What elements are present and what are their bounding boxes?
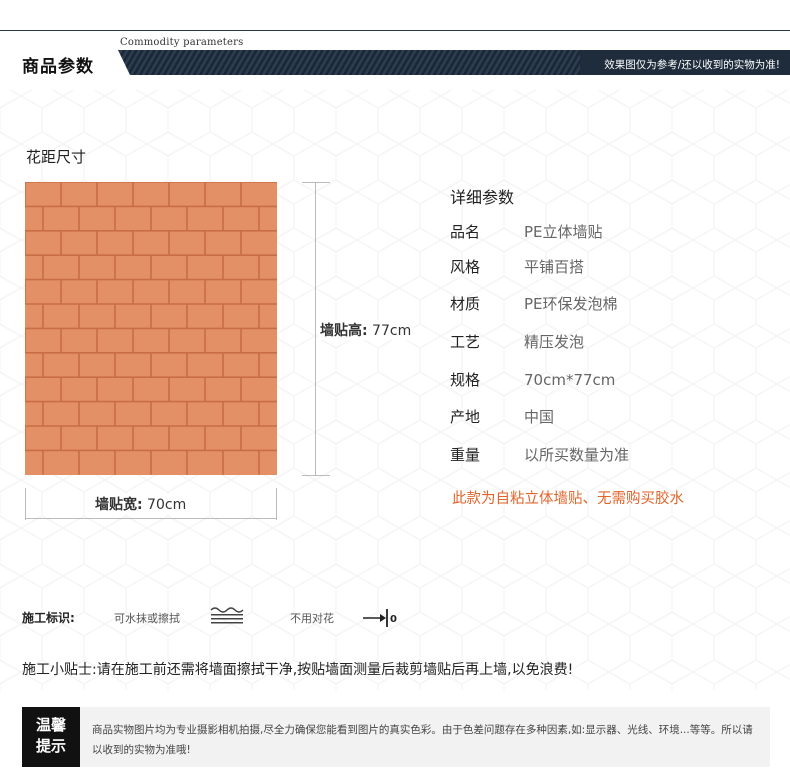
section-title: 花距尺寸 bbox=[26, 148, 87, 166]
param-key: 规格 bbox=[450, 371, 481, 389]
params-title: 详细参数 bbox=[450, 188, 515, 207]
param-value: 70cm*77cm bbox=[524, 371, 616, 389]
header-title: 商品参数 bbox=[22, 57, 94, 77]
height-dimension-line bbox=[315, 182, 316, 476]
notice-text: 商品实物图片均为专业摄影相机拍摄,尽全力确保您能看到图片的真实色彩。由于色差问题… bbox=[92, 724, 753, 756]
notice-box: 温馨提示 商品实物图片均为专业摄影相机拍摄,尽全力确保您能看到图片的真实色彩。由… bbox=[22, 707, 770, 767]
param-value: 中国 bbox=[524, 408, 555, 426]
construction-item-no-alignment: 不用对花 bbox=[290, 612, 334, 625]
param-row: 风格 平铺百搭 bbox=[450, 256, 584, 277]
width-label-value: 70cm bbox=[142, 497, 187, 513]
height-label: 墙贴高: 77cm bbox=[318, 320, 414, 340]
height-label-key: 墙贴高: bbox=[320, 323, 368, 339]
height-label-value: 77cm bbox=[367, 323, 412, 339]
width-label: 墙贴宽: 70cm bbox=[92, 494, 190, 514]
wipe-icon bbox=[210, 607, 244, 624]
width-label-key: 墙贴宽: bbox=[95, 497, 143, 513]
self-adhesive-note: 此款为自粘立体墙贴、无需购买胶水 bbox=[452, 491, 684, 507]
construction-item-wipeable: 可水抹或擦拭 bbox=[114, 612, 180, 625]
notice-tag: 温馨 提示 bbox=[22, 707, 80, 767]
param-value: 精压发泡 bbox=[524, 333, 585, 351]
param-key: 品名 bbox=[450, 223, 481, 241]
param-row: 材质 PE环保发泡棉 bbox=[450, 293, 618, 314]
param-value: PE环保发泡棉 bbox=[524, 295, 618, 313]
width-dimension-cap-right bbox=[276, 488, 277, 520]
param-key: 工艺 bbox=[450, 333, 481, 351]
param-key: 产地 bbox=[450, 408, 481, 426]
header-top-rule bbox=[0, 30, 790, 31]
header-title-en: Commodity parameters bbox=[120, 37, 244, 48]
no-pattern-alignment-icon: 0 bbox=[363, 609, 397, 627]
height-dimension-cap-bottom bbox=[302, 475, 330, 476]
notice-tag-line1: 温馨 bbox=[35, 716, 66, 734]
param-key: 风格 bbox=[450, 258, 481, 276]
construction-label: 施工标识: bbox=[22, 611, 75, 625]
no-pattern-alignment-icon-text: 0 bbox=[390, 614, 397, 625]
brick-wall-sticker-image bbox=[25, 182, 277, 475]
param-value: 以所买数量为准 bbox=[524, 446, 630, 464]
param-value: 平铺百搭 bbox=[524, 258, 585, 276]
notice-tag-line2: 提示 bbox=[35, 737, 66, 755]
param-row: 规格 70cm*77cm bbox=[450, 369, 615, 390]
header-disclaimer: 效果图仅为参考/还以收到的实物为准! bbox=[604, 59, 780, 71]
width-dimension-cap-left bbox=[25, 488, 26, 520]
width-dimension-line bbox=[25, 518, 277, 519]
param-key: 重量 bbox=[450, 446, 481, 464]
construction-tips: 施工小贴士:请在施工前还需将墙面擦拭干净,按贴墙面测量后裁剪墙贴后再上墙,以免浪… bbox=[22, 662, 574, 678]
height-dimension-cap-top bbox=[302, 182, 330, 183]
param-row: 品名 PE立体墙贴 bbox=[450, 221, 603, 242]
param-row: 重量 以所买数量为准 bbox=[450, 444, 629, 465]
param-row: 产地 中国 bbox=[450, 406, 554, 427]
param-row: 工艺 精压发泡 bbox=[450, 331, 584, 352]
param-value: PE立体墙贴 bbox=[524, 223, 603, 241]
param-key: 材质 bbox=[450, 295, 481, 313]
